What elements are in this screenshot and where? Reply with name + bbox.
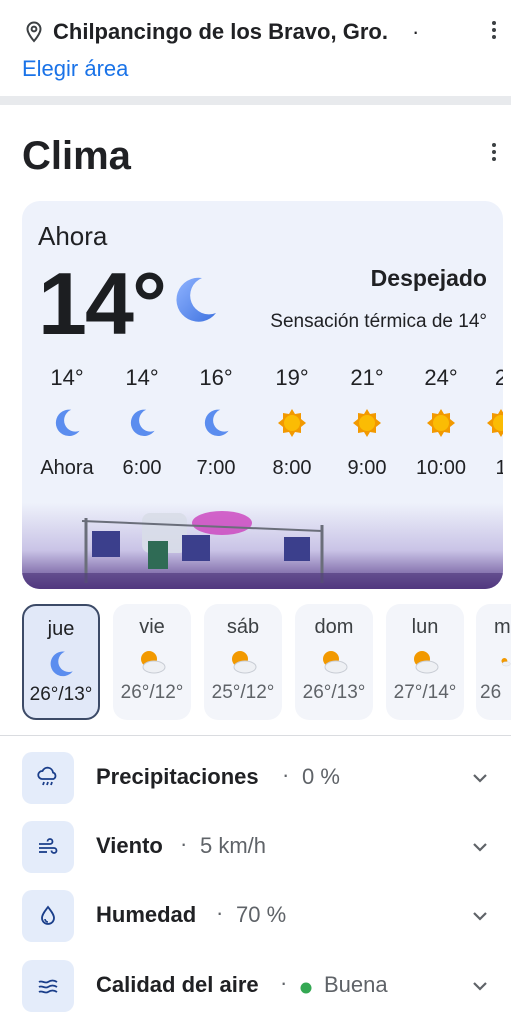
day-name: sáb xyxy=(226,616,260,638)
hourly-time: 10:00 xyxy=(415,457,467,479)
wind-row[interactable]: Viento · 5 km/h xyxy=(22,821,502,875)
hourly-temp: 16° xyxy=(199,365,233,390)
chevron-down-icon[interactable] xyxy=(470,837,490,857)
hourly-temp: 14° xyxy=(50,365,84,390)
detail-label: Calidad del aire xyxy=(96,972,259,997)
day-temp-range: 25°/12° xyxy=(211,682,275,703)
day-card[interactable]: vie 26°/12° xyxy=(113,604,191,720)
hourly-time: Ahora xyxy=(40,457,94,479)
moon-icon xyxy=(204,409,229,437)
hourly-item: 14° Ahora xyxy=(30,363,104,483)
hourly-temp: 24° xyxy=(424,365,458,390)
moon-icon xyxy=(50,651,73,677)
day-name: dom xyxy=(314,616,354,638)
hourly-time: 9:00 xyxy=(347,457,387,479)
air-quality-icon xyxy=(22,960,74,1012)
day-temp-range: 26°/13° xyxy=(302,682,366,703)
sun-icon xyxy=(353,409,381,437)
feels-like-label: Sensación térmica de 14° xyxy=(270,311,487,332)
hourly-time: 7:00 xyxy=(196,457,236,479)
partly-cloudy-icon xyxy=(501,657,511,667)
chevron-down-icon[interactable] xyxy=(470,906,490,926)
humidity-row[interactable]: Humedad · 70 % xyxy=(22,890,502,944)
day-card[interactable]: lun 27°/14° xyxy=(386,604,464,720)
choose-area-link[interactable]: Elegir área xyxy=(22,56,128,82)
sun-icon xyxy=(427,409,455,437)
air-quality-row[interactable]: Calidad del aire · Buena xyxy=(22,960,502,1014)
moon-icon xyxy=(176,277,216,322)
detail-label: Viento xyxy=(96,833,163,858)
location-title[interactable]: Chilpancingo de los Bravo, Gro. xyxy=(53,19,388,45)
hourly-item: 24° 10:00 xyxy=(404,363,478,483)
hourly-temp: 21° xyxy=(350,365,384,390)
sun-icon xyxy=(487,409,503,437)
humidity-icon xyxy=(22,890,74,942)
day-name: m xyxy=(494,616,511,638)
day-temp-range: 27°/14° xyxy=(393,682,457,703)
moon-icon xyxy=(130,409,155,437)
day-temp-range: 26 xyxy=(480,682,502,703)
day-card[interactable]: dom 26°/13° xyxy=(295,604,373,720)
day-name: vie xyxy=(139,616,165,638)
hourly-time: 1 xyxy=(495,457,503,479)
section-divider xyxy=(0,96,511,105)
detail-value: 0 % xyxy=(302,764,340,789)
hourly-item: 19° 8:00 xyxy=(255,363,329,483)
location-separator: · xyxy=(412,19,420,44)
weather-more-options-icon[interactable] xyxy=(482,140,506,164)
chevron-down-icon[interactable] xyxy=(470,768,490,788)
day-name: lun xyxy=(411,616,439,638)
moon-icon xyxy=(55,409,80,437)
hourly-forecast[interactable]: 14° Ahora 14° 6:00 16° 7:00 19° 8:00 21°… xyxy=(22,363,503,503)
detail-value: Buena xyxy=(324,972,388,997)
detail-label: Precipitaciones xyxy=(96,764,259,789)
detail-separator: · xyxy=(216,900,224,925)
precipitation-row[interactable]: Precipitaciones · 0 % xyxy=(22,752,502,806)
detail-value: 5 km/h xyxy=(200,833,267,858)
day-card-selected[interactable]: jue 26°/13° xyxy=(22,604,100,720)
weather-scene-illustration xyxy=(22,503,503,589)
location-more-options-icon[interactable] xyxy=(482,18,506,42)
partly-cloudy-icon xyxy=(232,651,257,674)
chevron-down-icon[interactable] xyxy=(470,976,490,996)
detail-separator: · xyxy=(282,762,290,787)
current-temperature: 14° xyxy=(38,254,167,353)
day-name: jue xyxy=(47,618,75,640)
weather-title: Clima xyxy=(22,134,131,178)
day-temp-range: 26°/13° xyxy=(29,684,93,705)
detail-separator: · xyxy=(280,970,288,995)
partly-cloudy-icon xyxy=(323,651,348,674)
day-card[interactable]: sáb 25°/12° xyxy=(204,604,282,720)
partly-cloudy-icon xyxy=(141,651,166,674)
hourly-time: 8:00 xyxy=(272,457,312,479)
status-dot-icon xyxy=(300,982,312,994)
hourly-item: 14° 6:00 xyxy=(105,363,179,483)
hourly-temp: 19° xyxy=(275,365,309,390)
details-divider xyxy=(0,735,511,736)
partly-cloudy-icon xyxy=(414,651,439,674)
current-weather-card[interactable]: Ahora 14° Despejado Sensación térmica de… xyxy=(22,201,503,589)
hourly-time: 6:00 xyxy=(122,457,162,479)
wind-icon xyxy=(22,821,74,873)
daily-forecast[interactable]: jue 26°/13° vie 26°/12° sáb 25°/12° dom … xyxy=(0,604,511,722)
hourly-item: 21° 9:00 xyxy=(330,363,404,483)
day-card-partial[interactable]: m 26 xyxy=(476,604,511,720)
condition-label: Despejado xyxy=(370,265,487,291)
hourly-item: 16° 7:00 xyxy=(179,363,253,483)
sun-icon xyxy=(278,409,306,437)
hourly-temp: 14° xyxy=(125,365,159,390)
detail-label: Humedad xyxy=(96,902,197,927)
day-temp-range: 26°/12° xyxy=(120,682,184,703)
now-label: Ahora xyxy=(38,221,108,251)
location-pin-icon xyxy=(26,21,42,43)
detail-separator: · xyxy=(180,831,188,856)
detail-value: 70 % xyxy=(236,902,287,927)
location-bar: Chilpancingo de los Bravo, Gro. · Elegir… xyxy=(0,0,511,96)
rain-icon xyxy=(22,752,74,804)
hourly-temp: 2 xyxy=(494,365,503,390)
hourly-item-partial: 2 1 xyxy=(471,363,503,483)
